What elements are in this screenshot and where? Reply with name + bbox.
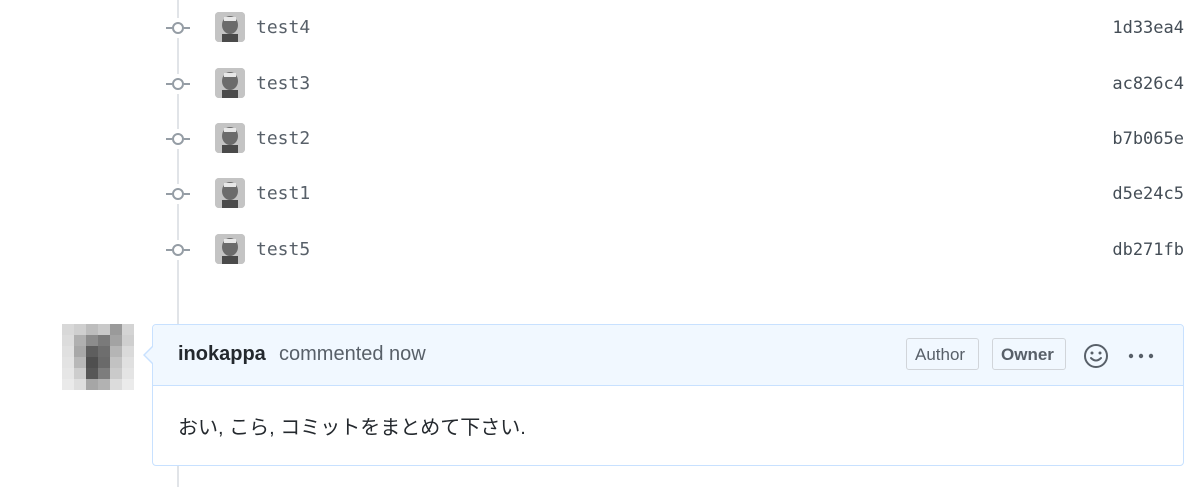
comment-box: inokappa commented now Author Owner おい, … — [143, 324, 1184, 466]
commit-sha[interactable]: db271fb — [1112, 237, 1184, 263]
git-commit-icon — [165, 184, 191, 204]
commit-message[interactable]: test4 — [256, 15, 310, 41]
commit-row: test2 b7b065e — [0, 111, 1200, 167]
commit-row: test4 1d33ea4 — [0, 0, 1200, 56]
commit-sha[interactable]: b7b065e — [1112, 126, 1184, 152]
commit-row: test1 d5e24c5 — [0, 166, 1200, 222]
commit-row: test5 db271fb — [0, 222, 1200, 278]
commit-message[interactable]: test3 — [256, 71, 310, 97]
avatar[interactable] — [215, 12, 245, 42]
author-badge: Author — [906, 338, 979, 370]
kebab-horizontal-icon[interactable] — [1126, 343, 1156, 369]
avatar[interactable] — [215, 68, 245, 98]
avatar[interactable] — [215, 123, 245, 153]
commit-sha[interactable]: d5e24c5 — [1112, 181, 1184, 207]
comment-author[interactable]: inokappa — [178, 343, 266, 366]
git-commit-icon — [165, 18, 191, 38]
commit-message[interactable]: test5 — [256, 237, 310, 263]
commit-sha[interactable]: ac826c4 — [1112, 71, 1184, 97]
owner-badge: Owner — [992, 338, 1066, 370]
comment-body: おい, こら, コミットをまとめて下さい. — [178, 417, 526, 439]
comment-arrow-inner — [145, 346, 154, 364]
commit-message[interactable]: test1 — [256, 181, 310, 207]
avatar[interactable] — [215, 178, 245, 208]
commit-message[interactable]: test2 — [256, 126, 310, 152]
git-commit-icon — [165, 240, 191, 260]
git-commit-icon — [165, 74, 191, 94]
commit-row: test3 ac826c4 — [0, 56, 1200, 112]
avatar[interactable] — [215, 234, 245, 264]
commit-sha[interactable]: 1d33ea4 — [1112, 15, 1184, 41]
comment-timestamp[interactable]: commented now — [279, 343, 426, 366]
comment-author-avatar[interactable] — [62, 324, 134, 390]
git-commit-icon — [165, 129, 191, 149]
smiley-icon[interactable] — [1083, 343, 1109, 369]
comment-header: inokappa commented now Author Owner — [145, 325, 1183, 386]
